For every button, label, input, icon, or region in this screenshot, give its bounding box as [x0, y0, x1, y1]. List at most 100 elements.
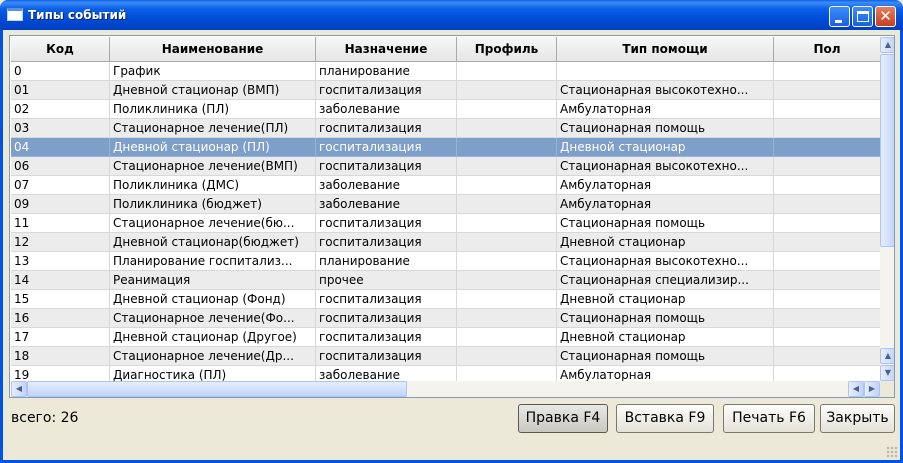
cell-gender[interactable]	[774, 366, 881, 382]
cell-name[interactable]: Дневной стационар (Другое)	[110, 328, 316, 347]
cell-gender[interactable]	[774, 347, 881, 366]
cell-name[interactable]: Поликлиника (бюджет)	[110, 195, 316, 214]
cell-name[interactable]: Стационарное лечение(ВМП)	[110, 157, 316, 176]
cell-name[interactable]: Стационарное лечение(бю...	[110, 214, 316, 233]
scroll-left-button[interactable]: ◀	[11, 381, 27, 397]
cell-code[interactable]: 04	[11, 138, 110, 157]
cell-purpose[interactable]: заболевание	[316, 100, 457, 119]
scroll-left-button-right[interactable]: ◀	[848, 381, 864, 397]
table-row[interactable]: 15 Дневной стационар (Фонд) госпитализация…	[11, 290, 881, 309]
cell-purpose[interactable]: госпитализация	[316, 138, 457, 157]
cell-code[interactable]: 11	[11, 214, 110, 233]
table-row[interactable]: 19 Диагностика (ПЛ) заболевание Амбулаторна…	[11, 366, 881, 382]
cell-code[interactable]: 0	[11, 62, 110, 81]
cell-gender[interactable]	[774, 271, 881, 290]
cell-gender[interactable]	[774, 252, 881, 271]
cell-gender[interactable]	[774, 157, 881, 176]
cell-code[interactable]: 18	[11, 347, 110, 366]
cell-care-type[interactable]: Стационарная высокотехно...	[557, 81, 774, 100]
cell-care-type[interactable]	[557, 62, 774, 81]
cell-code[interactable]: 09	[11, 195, 110, 214]
cell-care-type[interactable]: Стационарная помощь	[557, 347, 774, 366]
close-window-button[interactable]: ✕	[875, 6, 896, 27]
cell-profile[interactable]	[457, 157, 557, 176]
table-row[interactable]: 12 Дневной стационар(бюджет) госпитализаци…	[11, 233, 881, 252]
cell-care-type[interactable]: Амбулаторная	[557, 195, 774, 214]
table-row[interactable]: 14 Реанимация прочее Стационарная специализ…	[11, 271, 881, 290]
cell-code[interactable]: 15	[11, 290, 110, 309]
vertical-scrollbar[interactable]: ▲ ▲ ▼	[880, 37, 894, 381]
cell-purpose[interactable]: заболевание	[316, 195, 457, 214]
cell-profile[interactable]	[457, 347, 557, 366]
cell-code[interactable]: 13	[11, 252, 110, 271]
close-button[interactable]: Закрыть	[820, 404, 895, 433]
cell-code[interactable]: 07	[11, 176, 110, 195]
cell-profile[interactable]	[457, 195, 557, 214]
cell-gender[interactable]	[774, 81, 881, 100]
cell-care-type[interactable]: Дневной стационар	[557, 233, 774, 252]
table-row[interactable]: 11 Стационарное лечение(бю... госпитализац…	[11, 214, 881, 233]
cell-care-type[interactable]: Стационарная высокотехно...	[557, 157, 774, 176]
table-row[interactable]: 03 Стационарное лечение(ПЛ) госпитализация…	[11, 119, 881, 138]
table-row[interactable]: 16 Стационарное лечение(Фо... госпитализац…	[11, 309, 881, 328]
cell-purpose[interactable]: госпитализация	[316, 328, 457, 347]
cell-name[interactable]: Поликлиника (ПЛ)	[110, 100, 316, 119]
table-row[interactable]: 06 Стационарное лечение(ВМП) госпитализаци…	[11, 157, 881, 176]
cell-care-type[interactable]: Стационарная помощь	[557, 119, 774, 138]
cell-profile[interactable]	[457, 290, 557, 309]
maximize-button[interactable]	[852, 6, 873, 27]
cell-name[interactable]: Дневной стационар (ПЛ)	[110, 138, 316, 157]
cell-care-type[interactable]: Стационарная помощь	[557, 309, 774, 328]
vertical-scroll-thumb[interactable]	[880, 54, 894, 247]
cell-name[interactable]: Диагностика (ПЛ)	[110, 366, 316, 382]
cell-purpose[interactable]: госпитализация	[316, 119, 457, 138]
cell-code[interactable]: 01	[11, 81, 110, 100]
cell-purpose[interactable]: планирование	[316, 252, 457, 271]
column-header-profile[interactable]: Профиль	[457, 37, 557, 62]
cell-gender[interactable]	[774, 138, 881, 157]
horizontal-scroll-thumb[interactable]	[27, 381, 407, 397]
cell-code[interactable]: 16	[11, 309, 110, 328]
cell-profile[interactable]	[457, 214, 557, 233]
cell-gender[interactable]	[774, 233, 881, 252]
cell-code[interactable]: 03	[11, 119, 110, 138]
cell-code[interactable]: 17	[11, 328, 110, 347]
column-header-care-type[interactable]: Тип помощи	[557, 37, 774, 62]
scroll-up-button[interactable]: ▲	[880, 37, 894, 53]
cell-name[interactable]: Планирование госпитализ...	[110, 252, 316, 271]
cell-profile[interactable]	[457, 62, 557, 81]
cell-purpose[interactable]: заболевание	[316, 366, 457, 382]
resize-grip[interactable]	[886, 446, 898, 458]
cell-purpose[interactable]: госпитализация	[316, 81, 457, 100]
cell-profile[interactable]	[457, 81, 557, 100]
column-header-code[interactable]: Код	[11, 37, 110, 62]
edit-button[interactable]: Правка F4	[518, 404, 608, 433]
cell-name[interactable]: Поликлиника (ДМС)	[110, 176, 316, 195]
column-header-gender[interactable]: Пол	[774, 37, 881, 62]
cell-gender[interactable]	[774, 290, 881, 309]
scroll-right-button[interactable]: ▶	[864, 381, 880, 397]
cell-care-type[interactable]: Стационарная помощь	[557, 214, 774, 233]
cell-profile[interactable]	[457, 119, 557, 138]
cell-care-type[interactable]: Амбулаторная	[557, 366, 774, 382]
cell-name[interactable]: Дневной стационар (ВМП)	[110, 81, 316, 100]
scroll-up-button-lower[interactable]: ▲	[880, 348, 894, 364]
cell-purpose[interactable]: прочее	[316, 271, 457, 290]
cell-gender[interactable]	[774, 328, 881, 347]
cell-name[interactable]: Стационарное лечение(Фо...	[110, 309, 316, 328]
cell-purpose[interactable]: госпитализация	[316, 157, 457, 176]
horizontal-scrollbar[interactable]: ◀ ◀ ▶	[11, 381, 881, 397]
cell-purpose[interactable]: планирование	[316, 62, 457, 81]
cell-profile[interactable]	[457, 233, 557, 252]
cell-code[interactable]: 19	[11, 366, 110, 382]
table-row[interactable]: 02 Поликлиника (ПЛ) заболевание Амбулаторна…	[11, 100, 881, 119]
cell-purpose[interactable]: госпитализация	[316, 309, 457, 328]
table-row[interactable]: 01 Дневной стационар (ВМП) госпитализация С…	[11, 81, 881, 100]
cell-gender[interactable]	[774, 309, 881, 328]
cell-code[interactable]: 02	[11, 100, 110, 119]
cell-profile[interactable]	[457, 100, 557, 119]
cell-gender[interactable]	[774, 119, 881, 138]
table-row[interactable]: 09 Поликлиника (бюджет) заболевание Амбулат…	[11, 195, 881, 214]
table-row-selected[interactable]: 04 Дневной стационар (ПЛ) госпитализация Дн…	[11, 138, 881, 157]
cell-name[interactable]: Дневной стационар (Фонд)	[110, 290, 316, 309]
